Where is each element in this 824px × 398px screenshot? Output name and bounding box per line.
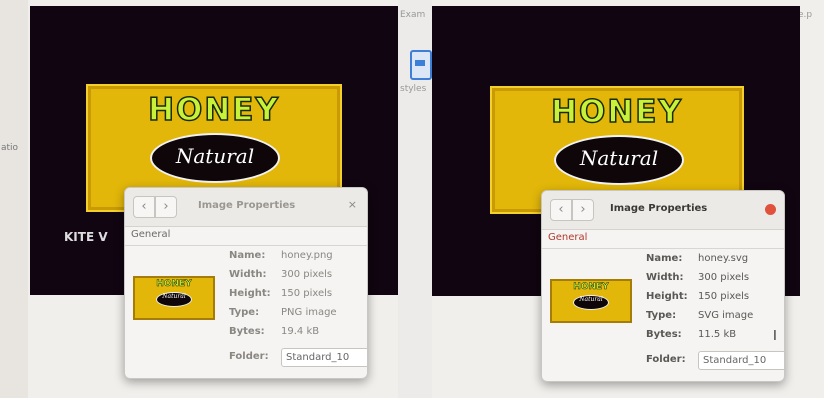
name-label: Name:	[229, 250, 266, 261]
partial-edge-label: e.p	[798, 10, 813, 20]
thumb-brand: HONEY	[156, 279, 192, 290]
height-label: Height:	[229, 288, 271, 299]
bytes-label: Bytes:	[229, 326, 265, 337]
partial-examples-label: Exam	[400, 10, 426, 20]
partial-styles-label: styles	[400, 84, 427, 94]
dialog-titlebar: ‹ › Image Properties ×	[125, 188, 367, 227]
width-label: Width:	[646, 272, 684, 283]
close-icon[interactable]	[765, 204, 776, 215]
bytes-value: 11.5 kB	[698, 329, 737, 340]
dialog-titlebar: ‹ › Image Properties	[542, 191, 784, 230]
kite-caption: KITE V	[64, 230, 108, 244]
forward-button[interactable]: ›	[155, 196, 177, 218]
thumb-brand: HONEY	[573, 282, 609, 293]
image-properties-dialog-png: ‹ › Image Properties × General HONEY Nat…	[124, 187, 368, 379]
image-thumbnail: HONEY Natural	[133, 276, 215, 320]
thumb-script: Natural	[579, 296, 603, 303]
width-label: Width:	[229, 269, 267, 280]
tab-general[interactable]: General	[131, 229, 170, 240]
image-thumbnail: HONEY Natural	[550, 279, 632, 323]
chevron-left-icon: ‹	[141, 199, 147, 214]
natural-script: Natural	[579, 146, 659, 170]
back-button[interactable]: ‹	[133, 196, 155, 218]
height-value: 150 pixels	[281, 288, 333, 299]
bytes-value: 19.4 kB	[281, 326, 320, 337]
folder-selector[interactable]: Standard_10	[281, 348, 367, 367]
close-icon[interactable]: ×	[348, 198, 357, 211]
type-value: SVG image	[698, 310, 754, 321]
image-properties-dialog-svg: ‹ › Image Properties General HONEY Natur…	[541, 190, 785, 382]
bytes-label: Bytes:	[646, 329, 682, 340]
name-value: honey.svg	[698, 253, 749, 264]
height-label: Height:	[646, 291, 688, 302]
tab-bar: General	[542, 230, 784, 249]
dialog-title: Image Properties	[610, 203, 708, 214]
stylesheet-file-icon[interactable]	[410, 50, 432, 80]
type-label: Type:	[229, 307, 260, 318]
name-label: Name:	[646, 253, 683, 264]
tab-general[interactable]: General	[548, 232, 587, 243]
folder-label: Folder:	[229, 351, 269, 362]
middle-background-strip: Exam styles	[398, 0, 432, 398]
chevron-left-icon: ‹	[558, 202, 564, 217]
natural-oval: Natural	[554, 135, 684, 185]
text-cursor-icon: I	[773, 329, 777, 344]
type-value: PNG image	[281, 307, 337, 318]
folder-selector[interactable]: Standard_10	[698, 351, 784, 370]
height-value: 150 pixels	[698, 291, 750, 302]
natural-oval: Natural	[150, 133, 280, 183]
thumb-oval: Natural	[573, 295, 609, 310]
width-value: 300 pixels	[698, 272, 750, 283]
type-label: Type:	[646, 310, 677, 321]
tab-bar: General	[125, 227, 367, 246]
folder-label: Folder:	[646, 354, 686, 365]
thumb-oval: Natural	[156, 292, 192, 307]
thumb-script: Natural	[162, 293, 186, 300]
dialog-title: Image Properties	[198, 200, 296, 211]
partial-label: atio	[1, 143, 19, 153]
honey-title: HONEY	[147, 91, 280, 129]
left-background-strip: atio	[0, 0, 28, 398]
chevron-right-icon: ›	[163, 199, 169, 214]
forward-button[interactable]: ›	[572, 199, 594, 221]
chevron-right-icon: ›	[580, 202, 586, 217]
name-value: honey.png	[281, 250, 333, 261]
honey-title: HONEY	[550, 93, 683, 131]
back-button[interactable]: ‹	[550, 199, 572, 221]
width-value: 300 pixels	[281, 269, 333, 280]
natural-script: Natural	[175, 144, 255, 168]
